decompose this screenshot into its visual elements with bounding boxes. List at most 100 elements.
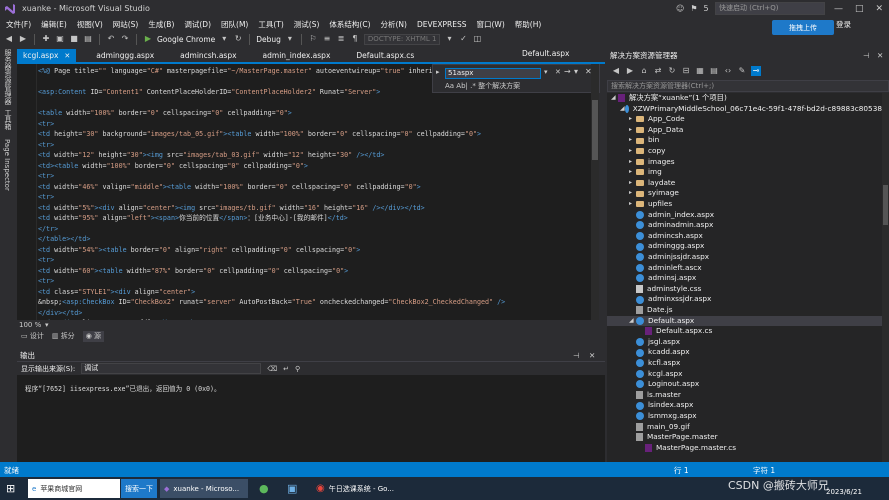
code-editor[interactable]: <%@ Page title="" language="C#" masterpa… — [17, 64, 599, 320]
solution-tree-item[interactable]: adminadmin.aspx — [607, 220, 882, 231]
spacer-icon[interactable]: ◢ — [629, 316, 636, 327]
server-explorer-tab[interactable]: 服务器资源管理器 — [3, 49, 13, 105]
chevron-down-icon[interactable]: ▾ — [219, 34, 229, 44]
chevron-down-icon[interactable]: ▾ — [444, 34, 454, 44]
notification-flag-icon[interactable]: ⚑ — [690, 4, 697, 13]
taskbar-app-screen[interactable]: ▣ — [283, 479, 303, 498]
solution-tree-item[interactable]: adminsj.aspx — [607, 273, 882, 284]
toolbox-tab[interactable]: 工具箱 — [3, 109, 13, 130]
solution-tree-item[interactable]: adminxssjdr.aspx — [607, 294, 882, 305]
menu-help[interactable]: 帮助(H) — [515, 19, 542, 30]
expand-arrow-icon[interactable]: ▸ — [629, 135, 636, 146]
tab-design[interactable]: ▭ 设计 — [21, 331, 44, 342]
expand-replace-icon[interactable]: ▸ — [436, 68, 440, 76]
solution-tree-item[interactable]: kcgl.aspx — [607, 369, 882, 380]
pin-icon[interactable]: ⊣ — [863, 49, 870, 63]
solution-tree-item[interactable]: lsindex.aspx — [607, 400, 882, 411]
tab-admincsh-aspx[interactable]: admincsh.aspx — [174, 49, 242, 62]
solution-tree-item[interactable]: ▸ copy — [607, 146, 882, 157]
solution-tree-item[interactable]: adminleft.ascx — [607, 263, 882, 274]
menu-analyze[interactable]: 分析(N) — [381, 19, 407, 30]
bookmark-icon[interactable]: ⚐ — [308, 34, 318, 44]
refresh-icon[interactable]: ↻ — [233, 34, 243, 44]
solution-tree-item[interactable]: jsgl.aspx — [607, 337, 882, 348]
expand-arrow-icon[interactable]: ◢ — [611, 93, 618, 104]
show-all-files-icon[interactable]: ▦ — [695, 66, 705, 76]
menu-devexpress[interactable]: DEVEXPRESS — [417, 20, 467, 29]
chevron-down-icon[interactable]: ▾ — [45, 321, 49, 329]
start-debug-icon[interactable]: ▶ — [143, 34, 153, 44]
expand-arrow-icon[interactable]: ▸ — [629, 125, 636, 136]
solution-tree-item[interactable]: Date.js — [607, 305, 882, 316]
tab-kcgl-aspx[interactable]: kcgl.aspx ✕ — [17, 49, 77, 62]
expand-arrow-icon[interactable]: ▸ — [629, 167, 636, 178]
solution-tree-item[interactable]: MasterPage.master — [607, 432, 882, 443]
chevron-down-icon[interactable]: ▾ — [285, 34, 295, 44]
close-button[interactable]: ✕ — [875, 4, 883, 14]
tab-default-aspx-cs[interactable]: Default.aspx.cs — [350, 49, 420, 62]
zoom-level[interactable]: 100 % — [19, 321, 41, 329]
menu-architecture[interactable]: 体系结构(C) — [329, 19, 370, 30]
refresh-icon[interactable]: ↻ — [667, 66, 677, 76]
solution-tree-item[interactable]: ◢ XZWPrimaryMiddleSchool_06c71e4c-59f1-47… — [607, 104, 882, 115]
menu-file[interactable]: 文件(F) — [6, 19, 31, 30]
solution-tree-item[interactable]: kcfl.aspx — [607, 358, 882, 369]
save-all-icon[interactable]: ▤ — [83, 34, 93, 44]
expand-arrow-icon[interactable]: ▸ — [629, 146, 636, 157]
expand-arrow-icon[interactable]: ▸ — [629, 199, 636, 210]
solution-search-input[interactable]: 搜索解决方案资源管理器(Ctrl+;) — [607, 80, 889, 92]
open-file-icon[interactable]: ▣ — [55, 34, 65, 44]
solution-tree-item[interactable]: ◢ 解决方案“xuanke”(1 个项目) — [607, 93, 882, 104]
solution-tree-item[interactable]: admin_index.aspx — [607, 210, 882, 221]
maximize-button[interactable]: □ — [855, 4, 864, 14]
solution-tree-item[interactable]: kcadd.aspx — [607, 347, 882, 358]
menu-team[interactable]: 团队(M) — [221, 19, 248, 30]
css-icon[interactable]: ◫ — [472, 34, 482, 44]
taskbar-search[interactable]: 搜索一下 — [121, 479, 157, 498]
solution-tree-item[interactable]: admincsh.aspx — [607, 231, 882, 242]
menu-view[interactable]: 视图(V) — [77, 19, 103, 30]
solution-tree-item[interactable]: adminstyle.css — [607, 284, 882, 295]
output-source-select[interactable]: 调试 — [81, 363, 262, 374]
tab-admin-index-aspx[interactable]: admin_index.aspx — [257, 49, 337, 62]
solution-tree-item[interactable]: ▸ images — [607, 157, 882, 168]
solution-tree-item[interactable]: ▸ laydate — [607, 178, 882, 189]
menu-build[interactable]: 生成(B) — [148, 19, 174, 30]
solution-tree-item[interactable]: ▸ App_Code — [607, 114, 882, 125]
solution-tree-item[interactable]: adminjssjdr.aspx — [607, 252, 882, 263]
clear-all-icon[interactable]: ⌫ — [267, 365, 277, 373]
close-icon[interactable]: ✕ — [589, 350, 595, 362]
properties-icon[interactable]: ▤ — [709, 66, 719, 76]
wrench-icon[interactable]: ✎ — [737, 66, 747, 76]
back-icon[interactable]: ◀ — [4, 34, 14, 44]
solution-scroll-thumb[interactable] — [883, 185, 888, 225]
solution-tree-item[interactable]: ▸ App_Data — [607, 125, 882, 136]
expand-arrow-icon[interactable]: ◢ — [620, 104, 625, 115]
taskbar-visual-studio[interactable]: ◆ xuanke - Microso... — [160, 479, 248, 498]
close-icon[interactable]: ✕ — [877, 49, 883, 63]
notification-area[interactable]: ☺ ⚑ 5 — [676, 2, 712, 15]
uncomment-icon[interactable]: ≣ — [336, 34, 346, 44]
configuration-dropdown[interactable]: Debug — [256, 35, 281, 44]
solution-scrollbar[interactable] — [882, 93, 889, 462]
undo-icon[interactable]: ↶ — [106, 34, 116, 44]
solution-tree-item[interactable]: MasterPage.master.cs — [607, 443, 882, 454]
minimize-button[interactable]: — — [834, 4, 843, 14]
tab-default-aspx[interactable]: Default.aspx — [522, 49, 570, 58]
solution-tree-item[interactable]: Loginout.aspx — [607, 379, 882, 390]
forward-icon[interactable]: ▶ — [18, 34, 28, 44]
tray-date[interactable]: 2023/6/21 — [826, 488, 862, 496]
menu-test[interactable]: 测试(S) — [294, 19, 320, 30]
browser-dropdown[interactable]: Google Chrome — [157, 35, 215, 44]
close-icon[interactable]: ✕ — [64, 52, 70, 60]
solution-tree-item[interactable]: ls.master — [607, 390, 882, 401]
taskbar-app-green[interactable]: ● — [255, 479, 275, 498]
clear-find-icon[interactable]: ✕ — [555, 68, 561, 76]
find-input[interactable]: 51aspx — [445, 68, 541, 79]
comment-icon[interactable]: ≡ — [322, 34, 332, 44]
format-icon[interactable]: ¶ — [350, 34, 360, 44]
menu-website[interactable]: 网站(S) — [113, 19, 139, 30]
redo-icon[interactable]: ↷ — [120, 34, 130, 44]
solution-tree-item[interactable]: main_09.gif — [607, 422, 882, 433]
taskbar-ie[interactable]: e 苹果商城官网 — [28, 479, 120, 498]
